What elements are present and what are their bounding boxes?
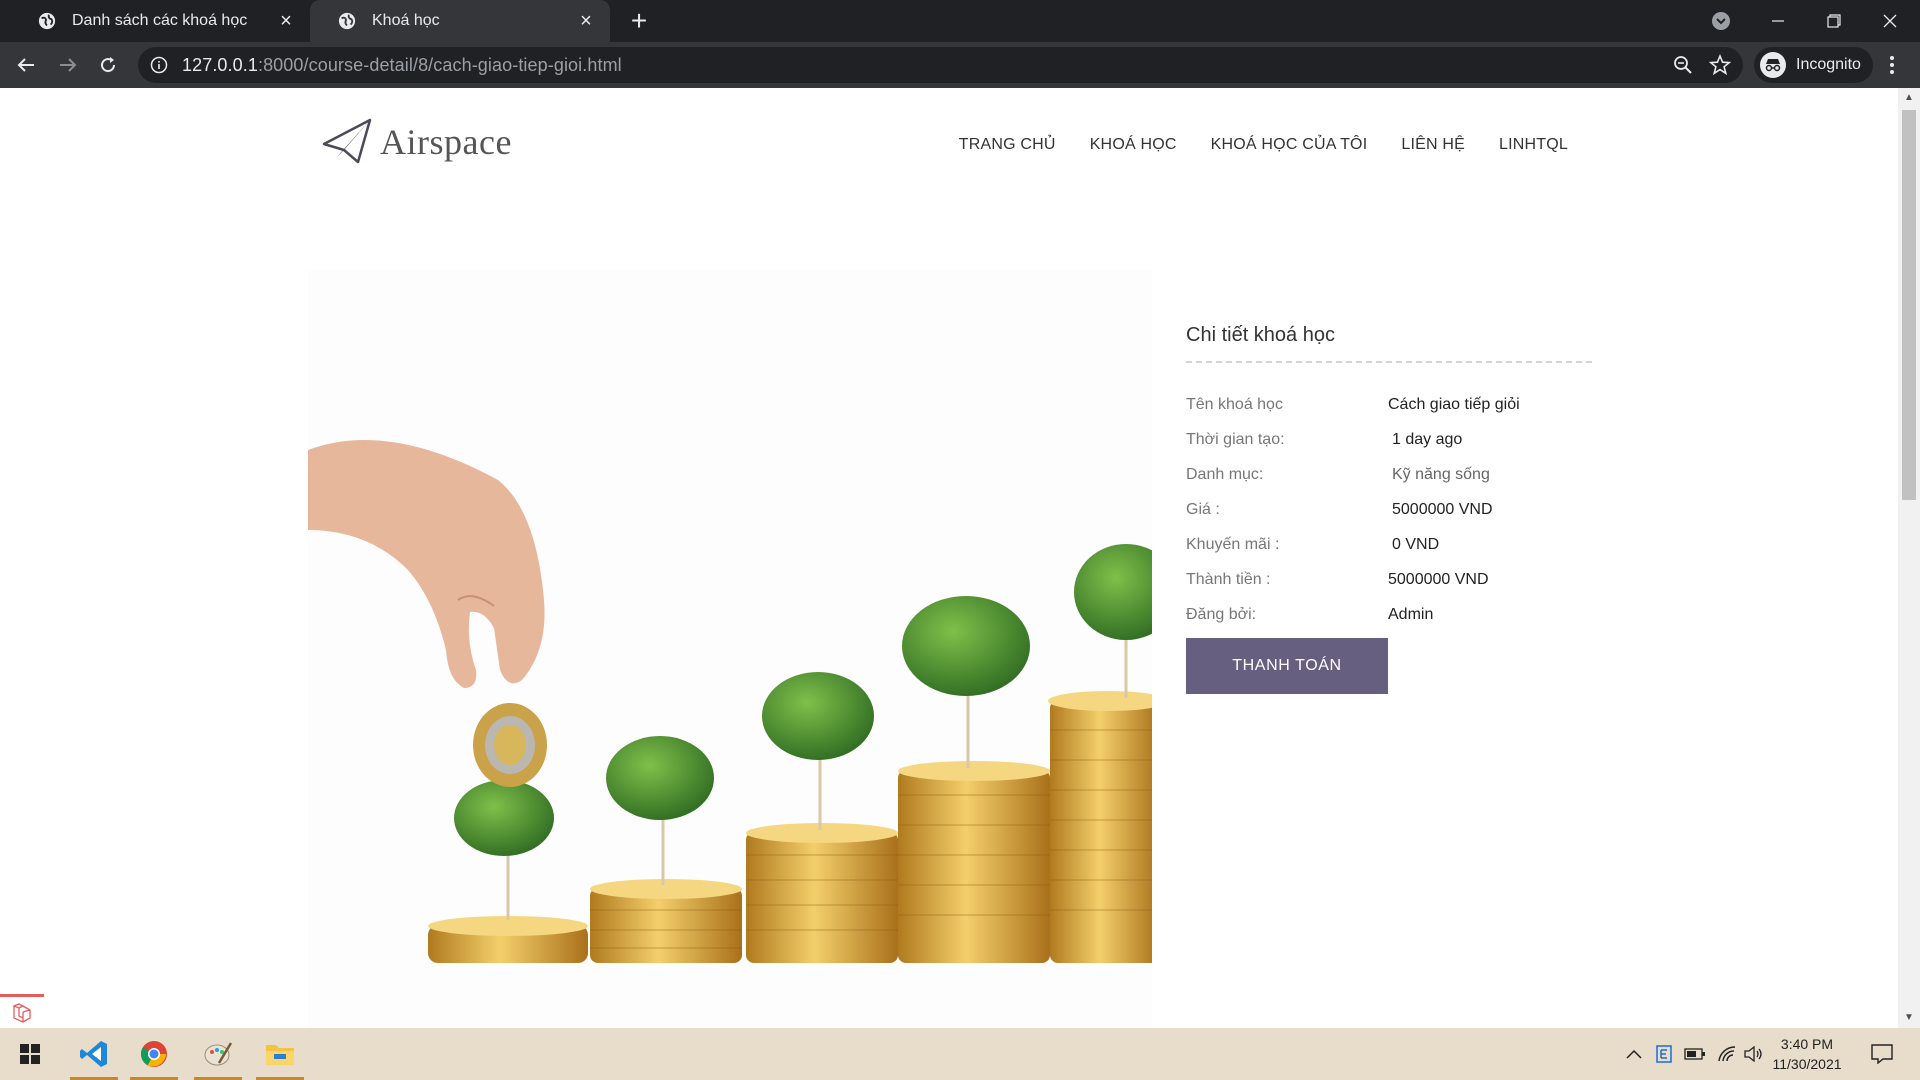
close-window-icon[interactable] [1860,0,1920,42]
nav-item-my-courses[interactable]: KHOÁ HỌC CỦA TÔI [1211,136,1368,154]
total-value: 5000000 VND [1388,570,1489,588]
taskbar-clock[interactable]: 3:40 PM 11/30/2021 [1766,1034,1848,1074]
arrow-left-icon [17,58,34,72]
globe-icon [38,12,56,30]
windows-start-icon[interactable] [4,1028,56,1080]
close-tab-icon[interactable]: × [276,10,296,32]
bookmark-star-icon[interactable] [1709,54,1731,76]
new-tab-button[interactable]: + [624,6,654,36]
url-host: 127.0.0.1 [182,54,258,75]
browser-toolbar: 127.0.0.1:8000/course-detail/8/cach-giao… [0,42,1920,88]
page-scrollbar[interactable]: ▲ ▼ [1898,88,1920,1028]
browser-tab-strip: Danh sách các khoá học × Khoá học × + [0,0,1920,42]
chrome-icon[interactable] [128,1028,180,1080]
reload-icon [101,57,116,73]
minimize-icon[interactable] [1748,0,1808,42]
detail-label: Đăng bởi: [1186,605,1257,623]
site-logo[interactable]: Airspace [322,118,512,166]
detail-row-price: Giá : 5000000 VND [1186,492,1592,527]
arrow-right-icon [60,58,77,72]
detail-row-total: Thành tiền : 5000000 VND [1186,562,1592,597]
course-name-value: Cách giao tiếp giỏi [1388,395,1520,413]
course-image [308,270,1152,1028]
profile-label: Incognito [1796,56,1861,73]
price-value: 5000000 VND [1392,500,1493,518]
file-explorer-icon[interactable] [254,1028,306,1080]
page-viewport: Airspace TRANG CHỦ KHOÁ HỌC KHOÁ HỌC CỦA… [0,88,1898,1028]
scroll-down-icon[interactable]: ▼ [1903,1012,1915,1024]
wifi-icon[interactable] [1714,1028,1740,1080]
input-method-icon[interactable] [1652,1028,1676,1080]
logo-text: Airspace [380,122,512,162]
tab-search-icon[interactable] [1710,10,1732,32]
incognito-icon [1760,52,1786,78]
info-icon[interactable] [150,56,168,74]
incognito-profile-button[interactable]: Incognito [1754,47,1873,83]
forward-button[interactable] [52,49,84,81]
url-text: 127.0.0.1:8000/course-detail/8/cach-giao… [182,55,622,76]
detail-label: Khuyến mãi : [1186,535,1280,553]
tab-title: Khoá học [372,12,440,29]
tab-title: Danh sách các khoá học [72,12,248,29]
tab-course-list[interactable]: Danh sách các khoá học × [10,0,310,42]
detail-row-discount: Khuyến mãi : 0 VND [1186,527,1592,562]
volume-icon[interactable] [1742,1028,1766,1080]
url-path: :8000/course-detail/8/cach-giao-tiep-gio… [257,54,622,75]
scroll-up-icon[interactable]: ▲ [1903,92,1915,104]
detail-label: Tên khoá học [1186,395,1283,413]
tray-chevron-up-icon[interactable] [1622,1028,1646,1080]
paint-icon[interactable] [192,1028,244,1080]
detail-row-name: Tên khoá học Cách giao tiếp giỏi [1186,387,1592,422]
browser-menu-icon[interactable] [1880,53,1904,77]
detail-rows: Tên khoá học Cách giao tiếp giỏi Thời gi… [1186,387,1592,632]
nav-item-user[interactable]: LINHTQL [1499,136,1568,154]
clock-time: 3:40 PM [1780,1036,1834,1052]
category-link[interactable]: Kỹ năng sống [1392,466,1490,484]
zoom-icon[interactable] [1673,55,1693,75]
author-value: Admin [1388,605,1434,623]
detail-row-author: Đăng bởi: Admin [1186,597,1592,632]
back-button[interactable] [10,49,42,81]
detail-label: Giá : [1186,500,1220,518]
nav-item-home[interactable]: TRANG CHỦ [959,136,1056,154]
restore-icon[interactable] [1804,0,1864,42]
globe-icon [338,12,356,30]
reload-button[interactable] [92,49,124,81]
detail-row-category: Danh mục: Kỹ năng sống [1186,457,1592,492]
windows-taskbar: 3:40 PM 11/30/2021 [0,1028,1920,1080]
laravel-debugbar-icon[interactable] [0,994,44,1028]
nav-item-contact[interactable]: LIÊN HỆ [1401,136,1465,154]
nav-item-courses[interactable]: KHOÁ HỌC [1090,136,1177,154]
paper-plane-icon [322,118,372,164]
detail-label: Danh mục: [1186,465,1264,483]
close-tab-icon[interactable]: × [576,10,596,32]
battery-icon[interactable] [1682,1028,1708,1080]
discount-value: 0 VND [1392,535,1440,553]
vscode-icon[interactable] [68,1028,120,1080]
course-detail-panel: Chi tiết khoá học Tên khoá học Cách giao… [1186,324,1592,694]
clock-date: 11/30/2021 [1772,1056,1842,1072]
created-time-value: 1 day ago [1392,430,1463,448]
main-nav: TRANG CHỦ KHOÁ HỌC KHOÁ HỌC CỦA TÔI LIÊN… [959,136,1568,154]
pay-button[interactable]: THANH TOÁN [1186,638,1388,694]
address-bar[interactable]: 127.0.0.1:8000/course-detail/8/cach-giao… [138,47,1743,83]
scrollbar-thumb[interactable] [1902,110,1916,500]
detail-row-created: Thời gian tạo: 1 day ago [1186,422,1592,457]
notification-center-icon[interactable] [1864,1028,1900,1080]
detail-label: Thời gian tạo: [1186,430,1285,448]
tab-course[interactable]: Khoá học × [310,0,610,42]
detail-label: Thành tiền : [1186,570,1271,588]
detail-heading: Chi tiết khoá học [1186,324,1592,363]
